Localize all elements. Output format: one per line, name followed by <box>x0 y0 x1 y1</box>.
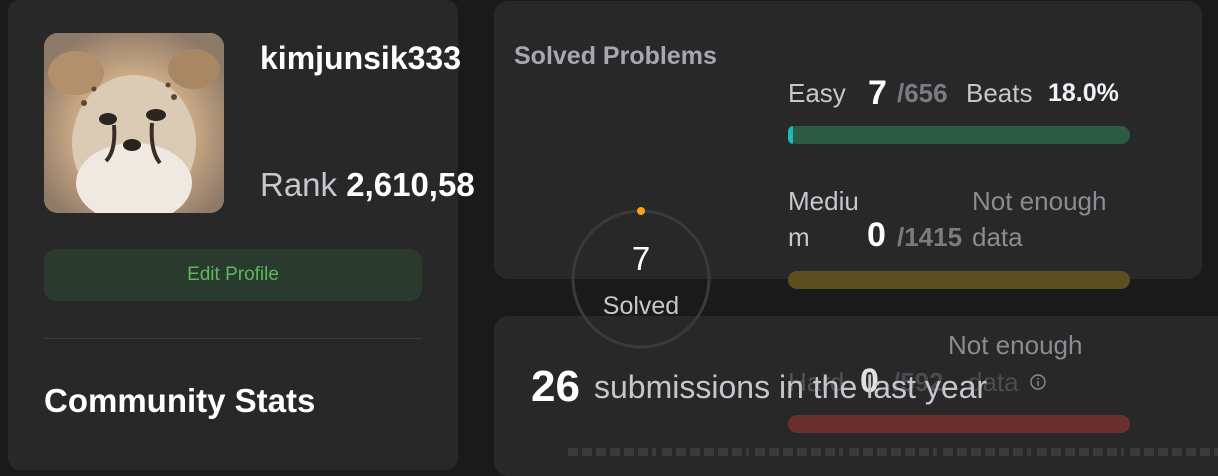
heatmap-month <box>661 448 750 456</box>
easy-beats-label: Beats <box>966 78 1033 108</box>
heatmap-month <box>568 448 656 456</box>
rank: Rank 2,610,58 <box>260 166 475 204</box>
rank-value: 2,610,58 <box>346 166 475 203</box>
submissions-count: 26 <box>531 362 580 411</box>
submissions-text: submissions in the last year <box>594 369 988 405</box>
medium-total: /1415 <box>897 222 963 252</box>
info-icon[interactable] <box>1030 374 1046 390</box>
community-stats-title: Community Stats <box>44 382 316 419</box>
hard-progress-bar <box>788 415 1130 433</box>
medium-note-line1: Not enough <box>972 186 1107 216</box>
divider <box>44 338 422 339</box>
username: kimjunsik333 <box>260 40 461 76</box>
medium-label-line1: Mediu <box>788 186 859 216</box>
heatmap-month <box>1036 448 1125 456</box>
easy-beats-value: 18.0% <box>1048 79 1119 107</box>
heatmap-month <box>755 448 844 456</box>
heatmap-month <box>942 448 1031 456</box>
hard-note-line1: Not enough <box>948 330 1083 360</box>
solved-problems-title: Solved Problems <box>514 42 717 70</box>
heatmap-month <box>1130 448 1218 456</box>
medium-note-line2: data <box>972 222 1023 252</box>
easy-total: /656 <box>897 78 948 108</box>
rank-label: Rank <box>260 166 338 203</box>
heatmap-month <box>849 448 937 456</box>
easy-solved-count: 7 <box>868 74 887 112</box>
solved-ring-count: 7 <box>631 240 651 277</box>
solved-ring <box>568 206 714 352</box>
solved-ring-label: Solved <box>602 292 680 320</box>
rank-clip: Rank 2,610,58 <box>0 150 497 210</box>
easy-progress-fill <box>788 126 793 144</box>
easy-progress-bar <box>788 126 1130 144</box>
solved-ring-graphic <box>571 207 711 349</box>
submission-heatmap <box>568 448 1218 456</box>
medium-label-line2: m <box>788 222 810 252</box>
solved-ring-marker <box>637 207 645 215</box>
edit-profile-button[interactable]: Edit Profile <box>44 249 422 301</box>
medium-solved-count: 0 <box>867 216 886 254</box>
easy-label: Easy <box>788 78 846 108</box>
medium-progress-bar <box>788 271 1130 289</box>
